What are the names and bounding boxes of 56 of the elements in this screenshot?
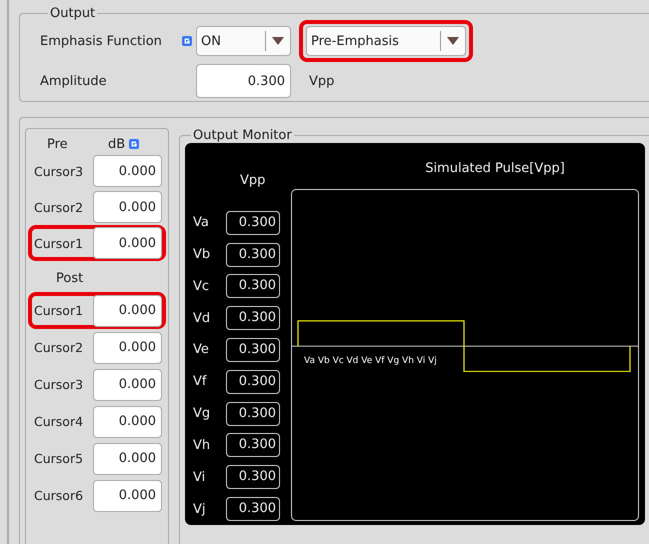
cursor-label: Cursor3	[33, 377, 84, 392]
voltage-label: Vh	[193, 438, 212, 453]
amplitude-field[interactable]: 0.300	[196, 64, 291, 98]
cursor-label: Cursor5	[33, 451, 84, 466]
voltage-label: Vf	[193, 374, 208, 390]
voltage-label: Vc	[193, 278, 210, 294]
section-label: Pre	[47, 136, 69, 152]
cursor-label: Cursor1	[33, 303, 84, 318]
voltage-label: Ve	[193, 342, 210, 358]
mode-dropdown[interactable]: Pre-Emphasis	[306, 26, 466, 56]
voltage-field: 0.300	[226, 433, 280, 458]
voltage-label: Va	[193, 215, 210, 230]
cursor-label: Cursor2	[33, 340, 84, 355]
section-label: Post	[56, 271, 84, 286]
pulse-labels: Va Vb Vc Vd Ve Vf Vg Vh Vi Vj	[304, 356, 437, 366]
voltage-field: 0.300	[226, 402, 280, 426]
voltage-field: 0.300	[226, 274, 280, 298]
info-badge-icon	[182, 36, 192, 46]
voltage-field: 0.300	[226, 210, 280, 235]
group-title: Output Monitor	[192, 128, 293, 143]
voltage-label: Vd	[193, 310, 212, 326]
chart-title: Simulated Pulse[Vpp]	[425, 161, 565, 178]
voltage-label: Vj	[193, 502, 207, 517]
voltage-label: Vg	[193, 406, 212, 422]
cursor-field[interactable]: 0.000	[93, 368, 162, 400]
info-badge-icon	[129, 139, 140, 149]
cursor-field[interactable]: 0.000	[93, 332, 162, 364]
unit-label: dB	[108, 136, 126, 152]
caret-icon	[447, 37, 459, 45]
cursor-label: Cursor3	[33, 164, 84, 178]
field-label: Emphasis Function	[40, 34, 163, 48]
field-label: Amplitude	[40, 74, 108, 88]
voltage-field: 0.300	[226, 242, 280, 267]
state-dropdown[interactable]: ON	[196, 26, 291, 56]
voltage-field: 0.300	[226, 465, 280, 490]
voltage-label: Vb	[193, 247, 212, 262]
cursor-field[interactable]: 0.000	[93, 191, 162, 223]
cursor-label: Cursor1	[33, 236, 84, 250]
cursor-label: Cursor2	[33, 200, 84, 214]
cursor-field[interactable]: 0.000	[93, 480, 162, 512]
cursor-field[interactable]: 0.000	[93, 406, 162, 438]
unit-label: Vpp	[240, 173, 266, 190]
group-title: Output	[49, 6, 96, 21]
cursor-field[interactable]: 0.000	[93, 442, 162, 474]
voltage-field: 0.300	[226, 338, 280, 362]
cursor-field[interactable]: 0.000	[93, 294, 162, 326]
voltage-field: 0.300	[226, 370, 280, 394]
cursor-field[interactable]: 0.000	[93, 227, 162, 259]
unit-label: Vpp	[309, 74, 334, 88]
voltage-label: Vi	[193, 470, 206, 485]
voltage-field: 0.300	[226, 497, 280, 522]
cursor-field[interactable]: 0.000	[93, 155, 162, 187]
cursor-label: Cursor4	[33, 414, 84, 429]
cursor-label: Cursor6	[33, 488, 84, 503]
voltage-field: 0.300	[226, 306, 280, 330]
caret-icon	[272, 37, 284, 45]
